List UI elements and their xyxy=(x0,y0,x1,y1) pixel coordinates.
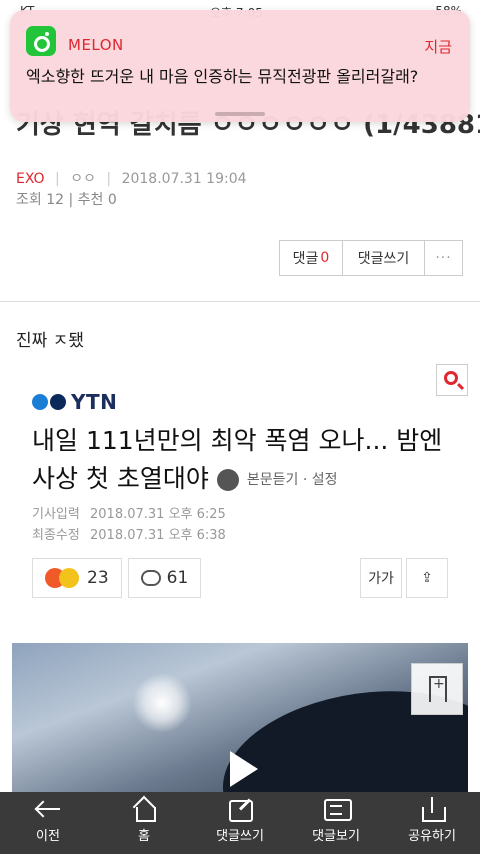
share-article-button[interactable]: ⇪ xyxy=(406,558,448,598)
notification-time: 지금 xyxy=(424,38,452,56)
toolbar-view-comments[interactable]: 댓글보기 xyxy=(288,792,384,854)
post-category[interactable]: EXO xyxy=(16,171,45,187)
post-views: 조회 12 xyxy=(16,192,65,208)
reaction-button[interactable]: 23 xyxy=(32,558,122,598)
video-thumbnail-sun xyxy=(132,673,192,733)
listen-icon[interactable] xyxy=(216,469,239,491)
toolbar-back-label: 이전 xyxy=(36,829,60,844)
article-video[interactable] xyxy=(12,643,468,793)
logo-dot-icon xyxy=(50,394,66,410)
comment-bubble-icon xyxy=(140,570,161,586)
toolbar-write-comment-label: 댓글쓰기 xyxy=(216,829,264,844)
modified-label: 최종수정 xyxy=(32,528,80,543)
logo-dot-icon xyxy=(32,394,48,410)
more-button[interactable]: ··· xyxy=(425,240,463,276)
published-date: 2018.07.31 오후 6:25 xyxy=(90,507,226,522)
post-author: ㅇㅇ xyxy=(70,171,96,187)
write-comment-button[interactable]: 댓글쓰기 xyxy=(343,240,425,276)
comments-icon xyxy=(322,797,352,821)
toolbar-back[interactable]: 이전 xyxy=(0,792,96,854)
edit-icon xyxy=(226,797,254,822)
post-stats: 조회 12 | 추천 0 xyxy=(16,189,117,209)
comment-button[interactable]: 댓글 0 xyxy=(279,240,343,276)
toolbar-share[interactable]: 공유하기 xyxy=(384,792,480,854)
notification-handle[interactable] xyxy=(215,112,265,116)
comment-button-label: 댓글 xyxy=(292,251,319,267)
back-arrow-icon xyxy=(34,797,62,821)
toolbar-home[interactable]: 홈 xyxy=(96,792,192,854)
article-comment-count: 61 xyxy=(166,568,189,588)
home-icon xyxy=(130,797,158,822)
post-body: 진짜 ㅈ됐 xyxy=(16,331,84,351)
article-reactions: 23 61 xyxy=(32,558,207,598)
font-size-button[interactable]: 가가 xyxy=(360,558,402,598)
bookmark-button[interactable] xyxy=(411,663,463,715)
search-icon xyxy=(444,371,458,385)
notification-app-name: MELON xyxy=(68,36,124,54)
divider xyxy=(0,301,480,302)
page: KT 오후 7:05 58% 기상 현역 갈치름 ㅇㅇㅇㅇㅇㅇ (1/43881… xyxy=(0,0,480,854)
push-notification[interactable]: MELON 지금 엑소향한 뜨거운 내 마음 인증하는 뮤직전광판 올리러갈래? xyxy=(10,10,470,122)
article-headline: 내일 111년만의 최악 폭염 오나... 밤엔 사상 첫 초열대야 본문듣기 … xyxy=(32,422,452,499)
meta-divider: | xyxy=(68,192,74,208)
share-icon xyxy=(418,797,446,822)
modified-date: 2018.07.31 오후 6:38 xyxy=(90,528,226,543)
toolbar-home-label: 홈 xyxy=(138,829,150,844)
meta-divider: | xyxy=(106,171,112,187)
play-icon[interactable] xyxy=(230,751,258,787)
post-actions: 댓글 0 댓글쓰기 ··· xyxy=(279,240,463,276)
post-recommends: 추천 0 xyxy=(77,192,117,208)
post-meta: EXO | ㅇㅇ | 2018.07.31 19:04 xyxy=(16,168,247,188)
bottom-toolbar: 이전 홈 댓글쓰기 댓글보기 공유하기 xyxy=(0,792,480,854)
article-dates: 기사입력 2018.07.31 오후 6:25 최종수정 2018.07.31 오후… xyxy=(32,504,226,546)
article-comment-button[interactable]: 61 xyxy=(127,558,202,598)
meta-divider: | xyxy=(55,171,60,187)
toolbar-share-label: 공유하기 xyxy=(408,829,456,844)
news-source-name: YTN xyxy=(71,390,118,414)
toolbar-view-comments-label: 댓글보기 xyxy=(312,829,360,844)
comment-count: 0 xyxy=(320,250,330,266)
smile-face-icon xyxy=(59,568,79,588)
published-label: 기사입력 xyxy=(32,507,80,522)
news-source-logo: YTN xyxy=(32,390,117,414)
toolbar-write-comment[interactable]: 댓글쓰기 xyxy=(192,792,288,854)
article-tools: 가가 ⇪ xyxy=(360,558,448,598)
post-date: 2018.07.31 19:04 xyxy=(121,171,247,187)
bookmark-icon xyxy=(429,676,447,702)
tts-link[interactable]: 본문듣기 · 설정 xyxy=(247,472,338,488)
notification-message: 엑소향한 뜨거운 내 마음 인증하는 뮤직전광판 올리러갈래? xyxy=(26,67,419,86)
melon-app-icon xyxy=(26,26,56,56)
reaction-count: 23 xyxy=(87,568,109,588)
search-button[interactable] xyxy=(436,364,468,396)
share-icon: ⇪ xyxy=(421,570,433,586)
